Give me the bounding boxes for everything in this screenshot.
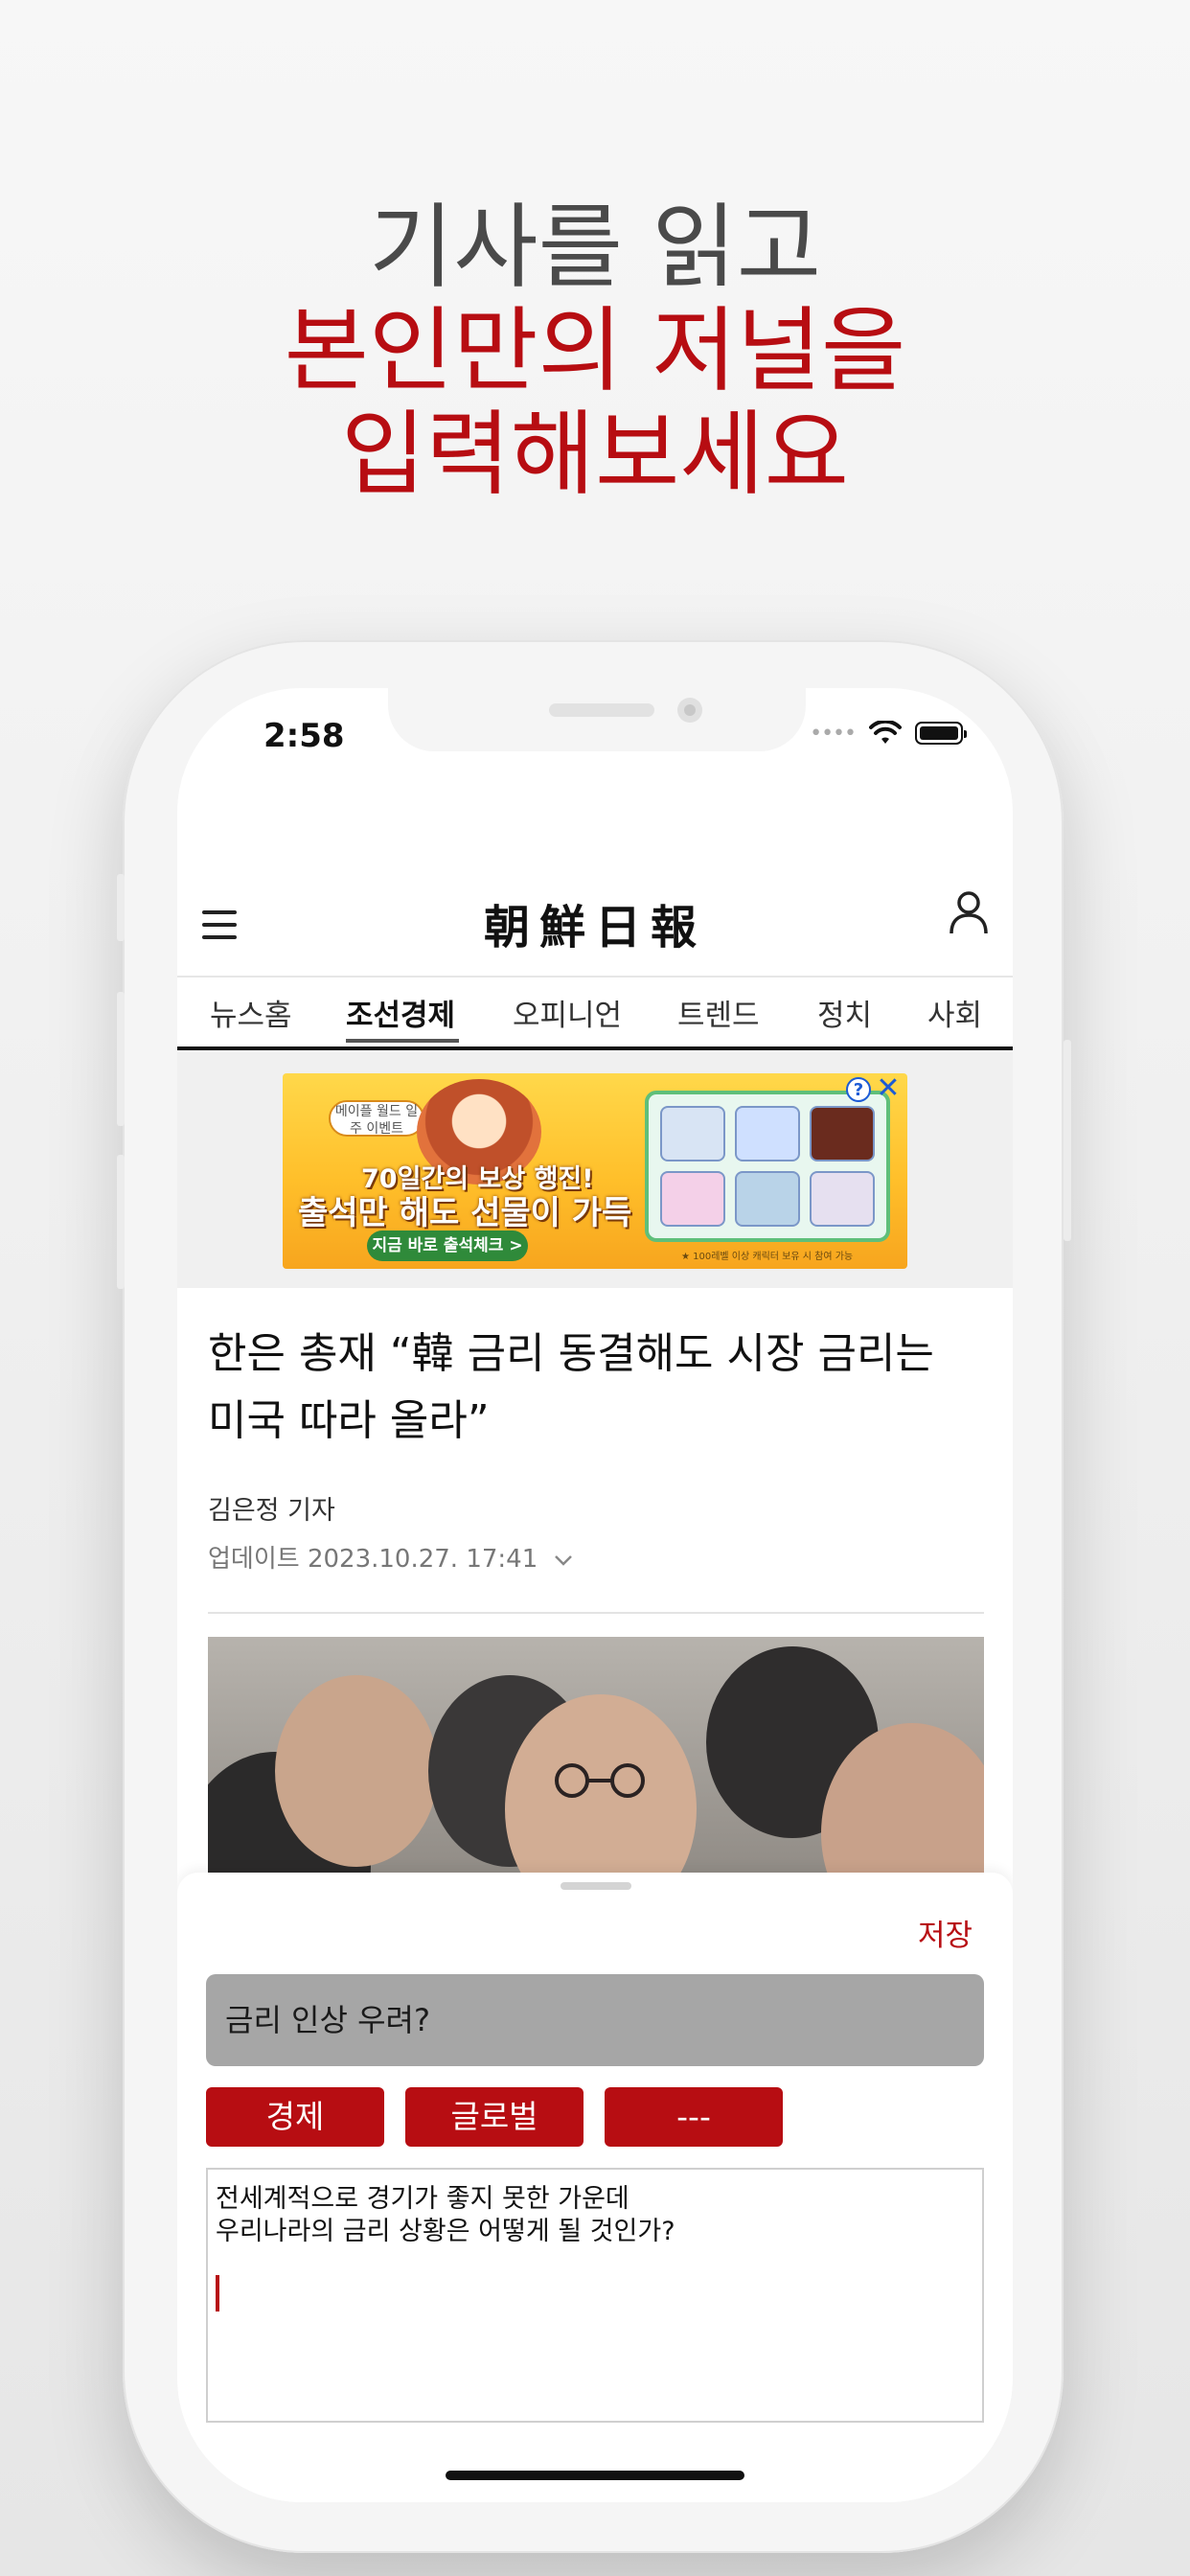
ad-reward-item <box>810 1171 875 1227</box>
journal-sheet: 저장 금리 인상 우려? 경제 글로벌 --- 전세계적으로 경기가 좋지 못한… <box>177 1873 1013 2502</box>
journal-title-input[interactable]: 금리 인상 우려? <box>206 1974 984 2066</box>
journal-body-line: 우리나라의 금리 상황은 어떻게 될 것인가? <box>216 2217 675 2246</box>
app-header: 朝鮮日報 <box>177 870 1013 978</box>
active-tab-indicator <box>346 1039 459 1043</box>
tag-empty-button[interactable]: --- <box>605 2087 783 2147</box>
ad-reward-item <box>735 1106 800 1162</box>
tag-economy-button[interactable]: 경제 <box>206 2087 384 2147</box>
phone-screen: 2:58 •••• 朝鮮日報 뉴스홈 조선경제 오피니언 트렌드 정치 사회 메… <box>177 688 1013 2502</box>
ad-fine-print: ★ 100레벨 이상 캐릭터 보유 시 참여 가능 <box>681 1252 854 1262</box>
promo-headline-line1: 기사를 읽고 <box>368 194 822 301</box>
photo-person <box>275 1675 438 1867</box>
ad-reward-panel <box>645 1091 890 1242</box>
ad-subheadline: 출석만 해도 선물이 가득 <box>298 1194 632 1232</box>
text-caret <box>216 2275 219 2312</box>
notch <box>388 688 806 751</box>
article-byline[interactable]: 김은정 기자 <box>208 1489 335 1527</box>
ad-help-icon[interactable]: ? <box>846 1077 871 1102</box>
photo-glasses <box>555 1763 645 1798</box>
journal-body-textarea[interactable]: 전세계적으로 경기가 좋지 못한 가운데 우리나라의 금리 상황은 어떻게 될 … <box>206 2168 984 2423</box>
phone-side-button <box>117 874 125 941</box>
journal-body-line: 전세계적으로 경기가 좋지 못한 가운데 <box>216 2184 629 2214</box>
tab-society[interactable]: 사회 <box>927 991 982 1034</box>
speaker <box>549 703 654 717</box>
article-headline: 한은 총재 “韓 금리 동결해도 시장 금리는 미국 따라 올라” <box>208 1329 934 1445</box>
front-camera <box>677 698 702 723</box>
phone-side-button <box>1064 1040 1071 1241</box>
battery-icon <box>915 722 967 745</box>
ad-reward-item <box>810 1106 875 1162</box>
tab-opinion[interactable]: 오피니언 <box>513 991 622 1034</box>
updated-timestamp: 업데이트 2023.10.27. 17:41 <box>208 1545 538 1574</box>
masthead-logo: 朝鮮日報 <box>483 901 706 954</box>
ad-reward-item <box>735 1171 800 1227</box>
ad-close-icon[interactable]: ✕ <box>875 1074 902 1103</box>
ad-area: 메이플 월드 일주 이벤트 70일간의 보상 행진! 출석만 해도 선물이 가득… <box>177 1052 1013 1288</box>
article-updated[interactable]: 업데이트 2023.10.27. 17:41 <box>208 1539 573 1575</box>
journal-tags: 경제 글로벌 --- <box>206 2087 783 2147</box>
tag-global-button[interactable]: 글로벌 <box>405 2087 584 2147</box>
divider <box>208 1612 984 1614</box>
chevron-down-icon <box>554 1555 572 1566</box>
save-button[interactable]: 저장 <box>918 1911 973 1954</box>
phone-side-button <box>117 1155 125 1289</box>
tab-politics[interactable]: 정치 <box>817 991 872 1034</box>
tab-news-home[interactable]: 뉴스홈 <box>210 991 292 1034</box>
ad-reward-item <box>660 1106 725 1162</box>
section-tabs: 뉴스홈 조선경제 오피니언 트렌드 정치 사회 <box>177 978 1013 1050</box>
promo-headline-line3: 입력해보세요 <box>341 401 849 508</box>
status-icons: •••• <box>810 721 967 746</box>
article-photo <box>208 1637 984 1886</box>
cellular-dots-icon: •••• <box>810 721 857 746</box>
tab-chosun-economy[interactable]: 조선경제 <box>346 991 455 1034</box>
home-indicator[interactable] <box>446 2471 744 2480</box>
wifi-icon <box>869 721 902 744</box>
sheet-grabber[interactable] <box>561 1882 631 1890</box>
tab-trend[interactable]: 트렌드 <box>677 991 760 1034</box>
phone-side-button <box>117 992 125 1126</box>
ad-reward-item <box>660 1171 725 1227</box>
ad-banner[interactable]: 메이플 월드 일주 이벤트 70일간의 보상 행진! 출석만 해도 선물이 가득… <box>283 1073 907 1269</box>
promo-headline-line2: 본인만의 저널을 <box>284 297 906 404</box>
user-icon[interactable] <box>948 889 990 935</box>
ad-cta-button[interactable]: 지금 바로 출석체크 > <box>367 1230 528 1261</box>
status-time: 2:58 <box>263 717 345 755</box>
ad-badge: 메이플 월드 일주 이벤트 <box>329 1100 424 1137</box>
